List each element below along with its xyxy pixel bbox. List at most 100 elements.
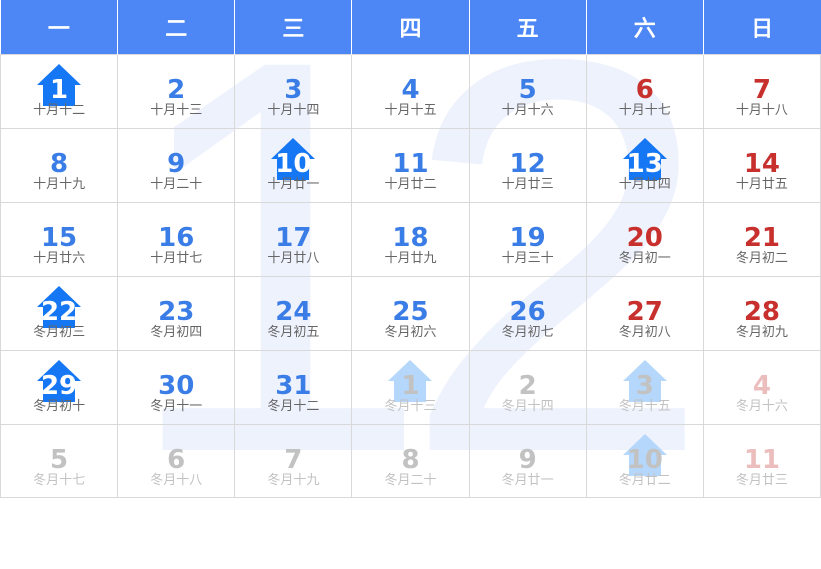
lunar-date: 冬月十六 <box>735 399 788 414</box>
lunar-date: 冬月初六 <box>384 325 437 340</box>
day-number: 4 <box>752 371 771 401</box>
lunar-date: 十月十七 <box>618 103 671 118</box>
day-cell[interactable]: 4 冬月十六 <box>702 350 821 425</box>
day-cell[interactable]: 7 十月十八 <box>702 54 821 129</box>
day-cell[interactable]: 24 冬月初五 <box>234 276 353 351</box>
day-cell[interactable]: 25 冬月初六 <box>351 276 470 351</box>
day-cell[interactable]: 18 十月廿九 <box>351 202 470 277</box>
day-cell[interactable]: 5 冬月十七 <box>0 424 119 498</box>
day-number: 9 <box>167 149 186 179</box>
day-number: 5 <box>50 445 69 475</box>
day-number: 29 <box>40 371 78 401</box>
day-cell[interactable]: 11 十月廿二 <box>351 128 470 203</box>
day-cell[interactable]: 14 十月廿五 <box>702 128 821 203</box>
day-number: 7 <box>752 75 771 105</box>
lunar-date: 十月廿三 <box>501 177 554 192</box>
weekday-header-thu: 四 <box>351 0 470 55</box>
day-cell[interactable]: 28 冬月初九 <box>702 276 821 351</box>
day-cell[interactable]: 11 冬月廿三 <box>702 424 821 498</box>
day-cell[interactable]: 1 十月十二 <box>0 54 119 129</box>
day-number: 2 <box>167 75 186 105</box>
lunar-date: 冬月初三 <box>33 325 86 340</box>
day-cell[interactable]: 22 冬月初三 <box>0 276 119 351</box>
week-row: 1 十月十二 2 十月十三 3 十月十四 4 十月十五 5 十月十六 6 十月十七 7 十月十八 <box>0 54 821 129</box>
lunar-date: 十月廿八 <box>267 251 320 266</box>
week-row: 8 十月十九 9 十月二十 10 十月廿一 11 十月廿二 12 十月廿三 13 十月廿四 14 十月廿五 <box>0 128 821 203</box>
calendar-grid: 一 二 三 四 五 六 日 1 十月十二 2 十月十三 3 十月十四 4 十月十五 5 十月十六 6… <box>0 0 821 498</box>
day-number: 3 <box>635 371 654 401</box>
day-number: 20 <box>626 223 663 253</box>
day-cell[interactable]: 16 十月廿七 <box>117 202 236 277</box>
day-cell[interactable]: 19 十月三十 <box>468 202 587 277</box>
day-cell[interactable]: 2 十月十三 <box>117 54 236 129</box>
day-number: 1 <box>401 371 420 401</box>
day-number: 26 <box>509 297 546 327</box>
day-cell[interactable]: 13 十月廿四 <box>585 128 704 203</box>
lunar-date: 冬月廿一 <box>501 473 554 488</box>
day-cell[interactable]: 1 冬月十三 <box>351 350 470 425</box>
day-cell[interactable]: 31 冬月十二 <box>234 350 353 425</box>
lunar-date: 冬月廿三 <box>735 473 788 488</box>
week-row: 22 冬月初三 23 冬月初四 24 冬月初五 25 冬月初六 26 冬月初七 27 冬月初八 28 冬月… <box>0 276 821 351</box>
weekday-header-row: 一 二 三 四 五 六 日 <box>0 0 821 55</box>
lunar-date: 冬月十八 <box>150 473 203 488</box>
lunar-date: 十月十五 <box>384 103 437 118</box>
day-cell[interactable]: 9 冬月廿一 <box>468 424 587 498</box>
day-cell[interactable]: 6 十月十七 <box>585 54 704 129</box>
week-row: 5 冬月十七 6 冬月十八 7 冬月十九 8 冬月二十 9 冬月廿一 10 冬月廿二 11 冬月廿三 <box>0 424 821 498</box>
lunar-date: 十月十四 <box>267 103 320 118</box>
day-number: 10 <box>626 445 663 475</box>
day-cell[interactable]: 10 十月廿一 <box>234 128 353 203</box>
day-number: 8 <box>50 149 69 179</box>
day-cell[interactable]: 27 冬月初八 <box>585 276 704 351</box>
day-cell[interactable]: 7 冬月十九 <box>234 424 353 498</box>
lunar-date: 十月十三 <box>150 103 203 118</box>
day-cell[interactable]: 3 十月十四 <box>234 54 353 129</box>
day-cell[interactable]: 21 冬月初二 <box>702 202 821 277</box>
day-cell[interactable]: 26 冬月初七 <box>468 276 587 351</box>
lunar-date: 冬月初二 <box>735 251 788 266</box>
day-cell[interactable]: 2 冬月十四 <box>468 350 587 425</box>
day-number: 25 <box>392 297 429 327</box>
day-cell[interactable]: 20 冬月初一 <box>585 202 704 277</box>
lunar-date: 冬月初七 <box>501 325 554 340</box>
day-cell[interactable]: 29 冬月初十 <box>0 350 119 425</box>
day-cell[interactable]: 15 十月廿六 <box>0 202 119 277</box>
day-cell[interactable]: 10 冬月廿二 <box>585 424 704 498</box>
day-cell[interactable]: 6 冬月十八 <box>117 424 236 498</box>
weekday-header-sun: 日 <box>703 0 821 55</box>
day-cell[interactable]: 17 十月廿八 <box>234 202 353 277</box>
weekday-header-wed: 三 <box>234 0 353 55</box>
day-cell[interactable]: 23 冬月初四 <box>117 276 236 351</box>
lunar-date: 十月廿七 <box>150 251 203 266</box>
day-cell[interactable]: 8 十月十九 <box>0 128 119 203</box>
day-number: 11 <box>392 149 429 179</box>
day-cell[interactable]: 8 冬月二十 <box>351 424 470 498</box>
day-number: 6 <box>635 75 654 105</box>
lunar-date: 十月二十 <box>150 177 203 192</box>
day-number: 15 <box>40 223 78 253</box>
lunar-date: 十月十九 <box>33 177 86 192</box>
day-number: 13 <box>626 149 663 179</box>
day-cell[interactable]: 3 冬月十五 <box>585 350 704 425</box>
day-cell[interactable]: 9 十月二十 <box>117 128 236 203</box>
day-cell[interactable]: 5 十月十六 <box>468 54 587 129</box>
day-cell[interactable]: 30 冬月十一 <box>117 350 236 425</box>
lunar-date: 十月廿五 <box>735 177 788 192</box>
day-number: 28 <box>743 297 781 327</box>
lunar-date: 冬月十三 <box>384 399 437 414</box>
day-number: 8 <box>401 445 420 475</box>
day-number: 31 <box>275 371 312 401</box>
lunar-date: 十月廿二 <box>384 177 437 192</box>
day-cell[interactable]: 12 十月廿三 <box>468 128 587 203</box>
lunar-date: 冬月十二 <box>267 399 320 414</box>
week-row: 29 冬月初十 30 冬月十一 31 冬月十二 1 冬月十三 2 冬月十四 3 冬月十五 4 冬月十六 <box>0 350 821 425</box>
lunar-date: 冬月十四 <box>501 399 554 414</box>
day-cell[interactable]: 4 十月十五 <box>351 54 470 129</box>
day-number: 23 <box>158 297 195 327</box>
lunar-date: 冬月初十 <box>33 399 86 414</box>
lunar-date: 冬月廿二 <box>618 473 671 488</box>
week-row: 15 十月廿六 16 十月廿七 17 十月廿八 18 十月廿九 19 十月三十 20 冬月初一 21 冬月… <box>0 202 821 277</box>
lunar-date: 冬月二十 <box>384 473 437 488</box>
day-number: 30 <box>158 371 195 401</box>
